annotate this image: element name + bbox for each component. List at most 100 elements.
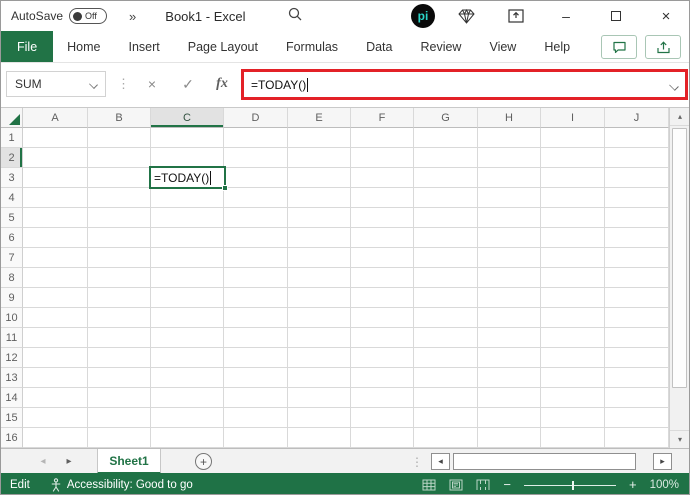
autosave-toggle[interactable]: Off [69,8,108,24]
diamond-icon[interactable] [449,1,483,31]
vertical-scrollbar[interactable]: ▴ ▾ [669,108,689,448]
column-header-j[interactable]: J [605,108,669,128]
row-header-9[interactable]: 9 [1,288,23,308]
scroll-right-icon[interactable]: ▸ [653,453,672,470]
zoom-slider[interactable] [523,479,616,491]
pi-logo-icon: pi [411,4,435,28]
fill-handle[interactable] [222,185,228,191]
select-all-triangle-icon [9,114,20,125]
tab-data[interactable]: Data [352,31,406,62]
column-headers: A B C D E F G H I J [1,108,669,128]
zoom-slider-thumb[interactable] [571,480,574,490]
page-break-preview-icon[interactable] [476,479,490,491]
maximize-icon[interactable] [599,1,633,31]
sheetbar-separator-dots: ⋮ [411,454,423,469]
row-headers: 1 2 3 4 5 6 7 8 9 10 11 12 13 14 15 16 [1,128,23,448]
prev-sheet-icon[interactable]: ◂ [33,449,53,474]
row-header-8[interactable]: 8 [1,268,23,288]
active-cell-c2[interactable]: =TODAY() [149,166,228,191]
horizontal-scrollbar-thumb[interactable] [453,453,636,470]
insert-function-icon[interactable]: fx [207,71,237,97]
tab-file[interactable]: File [1,31,54,62]
name-box-value: SUM [15,77,42,91]
search-icon[interactable] [287,6,303,27]
formula-bar-expand-icon[interactable] [669,81,679,91]
toggle-knob-icon [73,11,83,21]
row-header-12[interactable]: 12 [1,348,23,368]
row-header-7[interactable]: 7 [1,248,23,268]
normal-view-icon[interactable] [422,479,436,491]
ribbon-right-buttons [601,35,681,59]
enter-icon[interactable]: ✓ [173,71,203,97]
zoom-in-icon[interactable]: + [629,477,637,492]
column-header-f[interactable]: F [351,108,414,128]
name-box[interactable]: SUM [6,71,106,97]
row-header-16[interactable]: 16 [1,428,23,448]
accessibility-label: Accessibility: Good to go [66,478,193,491]
tab-help[interactable]: Help [530,31,584,62]
share-button[interactable] [645,35,681,59]
row-header-6[interactable]: 6 [1,228,23,248]
cell-text-cursor [210,170,212,185]
scroll-down-icon[interactable]: ▾ [670,430,689,448]
ribbon-tab-bar: File Home Insert Page Layout Formulas Da… [1,31,689,63]
column-header-g[interactable]: G [414,108,478,128]
quick-access-overflow-icon[interactable]: » [129,9,136,24]
column-header-e[interactable]: E [288,108,351,128]
tab-view[interactable]: View [475,31,530,62]
ribbon-display-options-icon[interactable] [499,1,533,31]
row-header-13[interactable]: 13 [1,368,23,388]
column-header-i[interactable]: I [541,108,605,128]
comments-button[interactable] [601,35,637,59]
formula-input-highlight: =TODAY() [241,69,688,100]
spreadsheet-grid: A B C D E F G H I J 1 2 3 4 5 6 7 8 9 10… [1,108,689,448]
close-icon[interactable]: × [649,1,683,31]
tab-insert[interactable]: Insert [115,31,174,62]
row-header-10[interactable]: 10 [1,308,23,328]
autosave-control[interactable]: AutoSave Off [11,8,108,24]
scroll-left-icon[interactable]: ◂ [431,453,450,470]
formula-bar: SUM ⋮ × ✓ fx =TODAY() [1,63,689,108]
column-header-c[interactable]: C [151,108,224,128]
row-header-4[interactable]: 4 [1,188,23,208]
vertical-scrollbar-thumb[interactable] [672,128,687,388]
row-header-2[interactable]: 2 [1,148,23,168]
tab-page-layout[interactable]: Page Layout [174,31,272,62]
row-header-3[interactable]: 3 [1,168,23,188]
next-sheet-icon[interactable]: ▸ [59,449,79,474]
cells-area[interactable]: =TODAY() [23,128,669,448]
autosave-label: AutoSave [11,9,64,23]
tab-formulas[interactable]: Formulas [272,31,352,62]
accessibility-status[interactable]: Accessibility: Good to go [50,477,193,492]
excel-window: AutoSave Off » Book1 - Excel pi – × File… [0,0,690,495]
tab-review[interactable]: Review [406,31,475,62]
status-bar: Edit Accessibility: Good to go − + 100% [1,473,689,494]
zoom-level[interactable]: 100% [650,479,679,491]
cancel-icon[interactable]: × [137,71,167,97]
autosave-state-label: Off [85,11,97,21]
sheet-tab-sheet1[interactable]: Sheet1 [97,449,161,474]
scroll-up-icon[interactable]: ▴ [670,108,689,126]
mode-indicator[interactable]: Edit [10,479,30,491]
sheet-tab-bar: ◂ ▸ Sheet1 + ⋮ ◂ ▸ [1,448,689,474]
name-box-dropdown-icon[interactable] [89,80,98,89]
formula-input[interactable]: =TODAY() [244,78,306,92]
minimize-icon[interactable]: – [549,1,583,31]
zoom-out-icon[interactable]: − [503,477,511,492]
text-cursor [307,77,309,92]
zoom-slider-track [523,484,616,486]
row-header-15[interactable]: 15 [1,408,23,428]
add-sheet-button[interactable]: + [195,453,212,470]
row-header-14[interactable]: 14 [1,388,23,408]
row-header-5[interactable]: 5 [1,208,23,228]
select-all-corner[interactable] [1,108,23,128]
statusbar-right: − + 100% [422,477,679,492]
column-header-h[interactable]: H [478,108,541,128]
row-header-11[interactable]: 11 [1,328,23,348]
column-header-a[interactable]: A [23,108,88,128]
page-layout-view-icon[interactable] [449,479,463,491]
tab-home[interactable]: Home [53,31,114,62]
column-header-d[interactable]: D [224,108,288,128]
column-header-b[interactable]: B [88,108,151,128]
row-header-1[interactable]: 1 [1,128,23,148]
